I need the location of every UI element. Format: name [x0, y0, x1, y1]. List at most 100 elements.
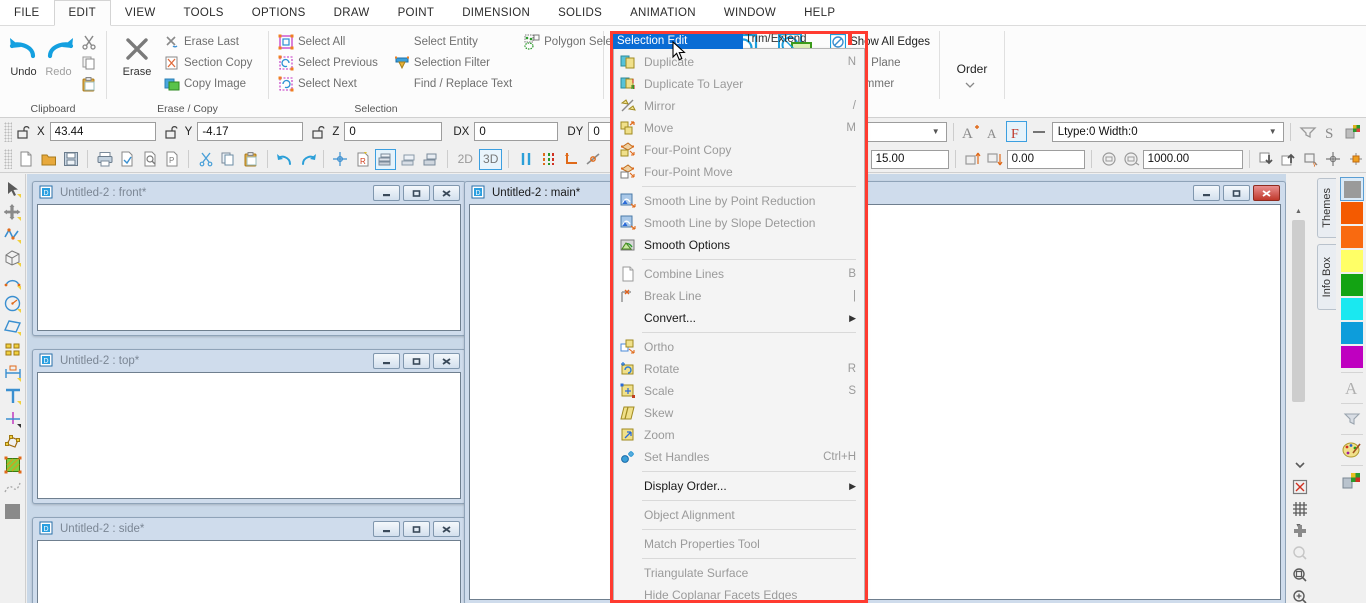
send-to-back-button[interactable]: [1256, 149, 1277, 170]
decrease-font-button[interactable]: A: [983, 121, 1004, 142]
lock-open-icon[interactable]: [16, 124, 32, 140]
menu-edit[interactable]: EDIT: [54, 0, 111, 26]
erase-last-button[interactable]: Erase Last: [161, 32, 255, 52]
layer-button[interactable]: [1341, 470, 1363, 492]
select-next-button[interactable]: Select Next: [275, 74, 381, 94]
menu-tools[interactable]: TOOLS: [170, 0, 238, 25]
rotate-dim-right-button[interactable]: [1120, 149, 1141, 170]
window-main-restore-button[interactable]: [1223, 185, 1250, 201]
window-main-canvas[interactable]: [469, 204, 1281, 600]
menu-file[interactable]: FILE: [0, 0, 54, 25]
window-top-canvas[interactable]: [37, 372, 461, 499]
window-front-titlebar[interactable]: D Untitled-2 : front*: [33, 182, 465, 204]
plot-button[interactable]: P: [162, 149, 183, 170]
window-main-minimize-button[interactable]: [1193, 185, 1220, 201]
parallel-lines-button[interactable]: [515, 149, 536, 170]
menu-item-move[interactable]: Move M: [614, 117, 864, 139]
window-top-close-button[interactable]: [433, 353, 460, 369]
render-button[interactable]: [375, 149, 396, 170]
menu-help[interactable]: HELP: [790, 0, 849, 25]
lock-open-icon[interactable]: [311, 124, 327, 140]
menu-animation[interactable]: ANIMATION: [616, 0, 710, 25]
menu-item-four-point-move[interactable]: Four-Point Move: [614, 161, 864, 183]
toolbar-grip[interactable]: [4, 149, 12, 169]
swatch-gray[interactable]: [1341, 178, 1363, 200]
dropdown-trim-extend-tab[interactable]: Trim/Extend: [745, 33, 807, 45]
menu-item-object-alignment[interactable]: Object Alignment: [614, 504, 864, 526]
zoom-in-button[interactable]: [1290, 587, 1310, 603]
window-side-close-button[interactable]: [433, 521, 460, 537]
menu-item-duplicate-to-layer[interactable]: Duplicate To Layer: [614, 73, 864, 95]
menu-item-set-handles[interactable]: Set Handles Ctrl+H: [614, 446, 864, 468]
paste-button[interactable]: [78, 74, 100, 94]
arc-tool[interactable]: [2, 270, 24, 292]
text-style-button[interactable]: A: [1341, 377, 1363, 399]
menu-item-break-line[interactable]: Break Line |: [614, 285, 864, 307]
order-button[interactable]: Order: [946, 58, 998, 92]
select-entity-button[interactable]: Select Entity: [391, 32, 515, 52]
render-3-button[interactable]: [420, 149, 441, 170]
print-setup-button[interactable]: [117, 149, 138, 170]
menu-item-smooth-line-by-slope-detection[interactable]: Smooth Line by Slope Detection: [614, 212, 864, 234]
open-file-button[interactable]: [38, 149, 59, 170]
menu-item-rotate[interactable]: Rotate R: [614, 358, 864, 380]
dx-input[interactable]: [474, 122, 558, 141]
paste-button[interactable]: [240, 149, 261, 170]
text-tool[interactable]: [2, 385, 24, 407]
tab-info-box[interactable]: Info Box: [1317, 244, 1336, 310]
save-file-button[interactable]: [61, 149, 82, 170]
add-view-button[interactable]: [1290, 521, 1310, 541]
layer-properties-button[interactable]: [1343, 121, 1364, 142]
undo-button[interactable]: [274, 149, 295, 170]
undo-button[interactable]: Undo: [6, 30, 41, 78]
delete-view-button[interactable]: [1290, 477, 1310, 497]
cut-button[interactable]: [195, 149, 216, 170]
window-front[interactable]: D Untitled-2 : front*: [32, 181, 466, 336]
window-front-minimize-button[interactable]: [373, 185, 400, 201]
rhombus-tool[interactable]: [2, 316, 24, 338]
palette-button[interactable]: [1341, 439, 1363, 461]
snap-center-button[interactable]: [1346, 149, 1366, 170]
view-rotate-button[interactable]: y: [1301, 149, 1322, 170]
window-side-titlebar[interactable]: D Untitled-2 : side*: [33, 518, 465, 540]
y-input[interactable]: [197, 122, 303, 141]
menu-item-combine-lines[interactable]: Combine Lines B: [614, 263, 864, 285]
offset-input[interactable]: [1007, 150, 1085, 169]
fill-style-button[interactable]: [1341, 408, 1363, 430]
menu-solids[interactable]: SOLIDS: [544, 0, 616, 25]
menu-item-skew[interactable]: Skew: [614, 402, 864, 424]
tab-themes[interactable]: Themes: [1317, 178, 1336, 238]
menu-item-mirror[interactable]: Mirror /: [614, 95, 864, 117]
color-tool[interactable]: [2, 500, 24, 522]
new-file-button[interactable]: [16, 149, 37, 170]
scroll-up-arrow[interactable]: ▲: [1291, 204, 1306, 219]
lock-open-icon[interactable]: [164, 124, 180, 140]
window-main-close-button[interactable]: [1253, 185, 1280, 201]
scroll-down-button[interactable]: [1290, 455, 1310, 475]
menu-item-scale[interactable]: Scale S: [614, 380, 864, 402]
swatch-orange[interactable]: [1341, 226, 1363, 248]
window-top-minimize-button[interactable]: [373, 353, 400, 369]
zoom-all-button[interactable]: [1290, 543, 1310, 563]
selection-filter-button[interactable]: Selection Filter: [391, 53, 515, 73]
menu-item-zoom[interactable]: Zoom: [614, 424, 864, 446]
window-side-canvas[interactable]: [37, 540, 461, 603]
swatch-orange-dark[interactable]: [1341, 202, 1363, 224]
toolbar-grip[interactable]: [4, 122, 12, 142]
array-tool[interactable]: [2, 339, 24, 361]
menu-item-ortho[interactable]: Ortho: [614, 336, 864, 358]
dim-up-button[interactable]: [962, 149, 983, 170]
menu-dimension[interactable]: DIMENSION: [448, 0, 544, 25]
dashed-parallel-button[interactable]: [538, 149, 559, 170]
select-arrow-tool[interactable]: [2, 178, 24, 200]
find-replace-text-button[interactable]: Find / Replace Text: [391, 74, 515, 94]
dim-down-button[interactable]: [984, 149, 1005, 170]
menu-item-duplicate[interactable]: Duplicate N: [614, 51, 864, 73]
window-side[interactable]: D Untitled-2 : side*: [32, 517, 466, 603]
zoom-window-button[interactable]: [1290, 565, 1310, 585]
window-front-close-button[interactable]: [433, 185, 460, 201]
menu-item-triangulate-surface[interactable]: Triangulate Surface: [614, 562, 864, 584]
menu-item-smooth-line-by-point-reduction[interactable]: Smooth Line by Point Reduction: [614, 190, 864, 212]
menu-point[interactable]: POINT: [384, 0, 449, 25]
increase-font-button[interactable]: A: [960, 121, 981, 142]
